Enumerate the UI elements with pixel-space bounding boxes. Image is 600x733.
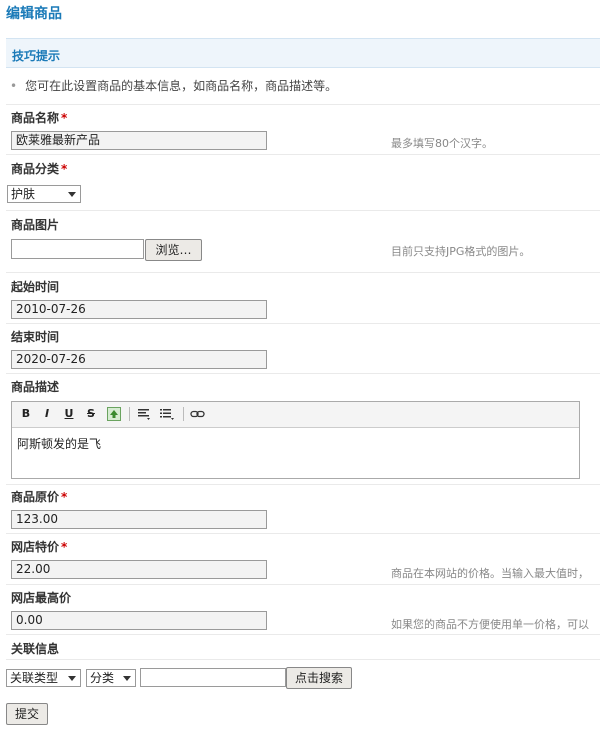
divider bbox=[6, 272, 600, 273]
submit-button[interactable]: 提交 bbox=[6, 703, 48, 725]
shop-price-input[interactable]: 22.00 bbox=[11, 560, 267, 579]
start-time-input[interactable]: 2010-07-26 bbox=[11, 300, 267, 319]
divider bbox=[6, 533, 600, 534]
chevron-down-icon bbox=[123, 676, 131, 681]
tips-header: 技巧提示 bbox=[6, 38, 600, 68]
page-title: 编辑商品 bbox=[6, 6, 62, 22]
required-mark: * bbox=[61, 111, 68, 125]
description-label: 商品描述 bbox=[11, 380, 60, 394]
product-image-label: 商品图片 bbox=[11, 218, 60, 232]
toolbar-separator bbox=[183, 407, 184, 421]
divider bbox=[6, 584, 600, 585]
max-price-hint: 如果您的商品不方便使用单一价格，可以 bbox=[391, 618, 589, 631]
bold-icon[interactable]: B bbox=[19, 407, 33, 421]
end-time-input[interactable]: 2020-07-26 bbox=[11, 350, 267, 369]
browse-button[interactable]: 浏览… bbox=[145, 239, 202, 261]
related-search-input[interactable] bbox=[140, 668, 286, 687]
product-name-label: 商品名称 * bbox=[11, 111, 68, 125]
italic-icon[interactable]: I bbox=[40, 407, 54, 421]
divider bbox=[6, 154, 600, 155]
description-content: 阿斯顿发的是飞 bbox=[17, 437, 102, 451]
tips-text-line: • 您可在此设置商品的基本信息，如商品名称，商品描述等。 bbox=[10, 77, 337, 94]
divider bbox=[6, 210, 600, 211]
tips-title: 技巧提示 bbox=[12, 49, 61, 63]
highlight-icon[interactable] bbox=[107, 407, 121, 421]
end-time-label: 结束时间 bbox=[11, 330, 60, 344]
required-mark: * bbox=[61, 162, 68, 176]
related-type-select[interactable]: 关联类型 bbox=[6, 669, 81, 687]
max-price-label: 网店最高价 bbox=[11, 591, 72, 605]
required-mark: * bbox=[61, 540, 68, 554]
product-image-hint: 目前只支持JPG格式的图片。 bbox=[391, 245, 531, 258]
chevron-down-icon bbox=[68, 192, 76, 197]
divider bbox=[6, 373, 600, 374]
shop-price-hint: 商品在本网站的价格。当输入最大值时， bbox=[391, 567, 589, 580]
divider bbox=[6, 484, 600, 485]
underline-icon[interactable]: U bbox=[62, 407, 76, 421]
tips-text: 您可在此设置商品的基本信息，如商品名称，商品描述等。 bbox=[25, 79, 338, 93]
product-category-label: 商品分类 * bbox=[11, 162, 68, 176]
chevron-down-icon bbox=[68, 676, 76, 681]
divider bbox=[6, 104, 600, 105]
start-time-label: 起始时间 bbox=[11, 280, 60, 294]
original-price-input[interactable]: 123.00 bbox=[11, 510, 267, 529]
image-file-path[interactable] bbox=[11, 239, 144, 259]
shop-price-label: 网店特价 * bbox=[11, 540, 68, 554]
description-editor[interactable]: B I U S 阿斯顿发的是飞 bbox=[11, 401, 580, 479]
related-category-select[interactable]: 分类 bbox=[86, 669, 136, 687]
link-icon[interactable] bbox=[189, 407, 207, 421]
product-name-hint: 最多填写80个汉字。 bbox=[391, 137, 493, 150]
divider bbox=[6, 659, 600, 660]
product-name-input[interactable]: 欧莱雅最新产品 bbox=[11, 131, 267, 150]
align-icon[interactable] bbox=[137, 407, 151, 421]
bullet-icon: • bbox=[10, 79, 18, 93]
list-icon[interactable] bbox=[159, 407, 174, 421]
strikethrough-icon[interactable]: S bbox=[84, 407, 98, 421]
related-info-label: 关联信息 bbox=[11, 642, 60, 656]
required-mark: * bbox=[61, 490, 68, 504]
toolbar-separator bbox=[129, 407, 130, 421]
product-category-select[interactable]: 护肤 bbox=[7, 185, 81, 203]
search-button[interactable]: 点击搜索 bbox=[286, 667, 352, 689]
divider bbox=[6, 634, 600, 635]
max-price-input[interactable]: 0.00 bbox=[11, 611, 267, 630]
original-price-label: 商品原价 * bbox=[11, 490, 68, 504]
divider bbox=[6, 323, 600, 324]
editor-toolbar: B I U S bbox=[12, 402, 579, 428]
